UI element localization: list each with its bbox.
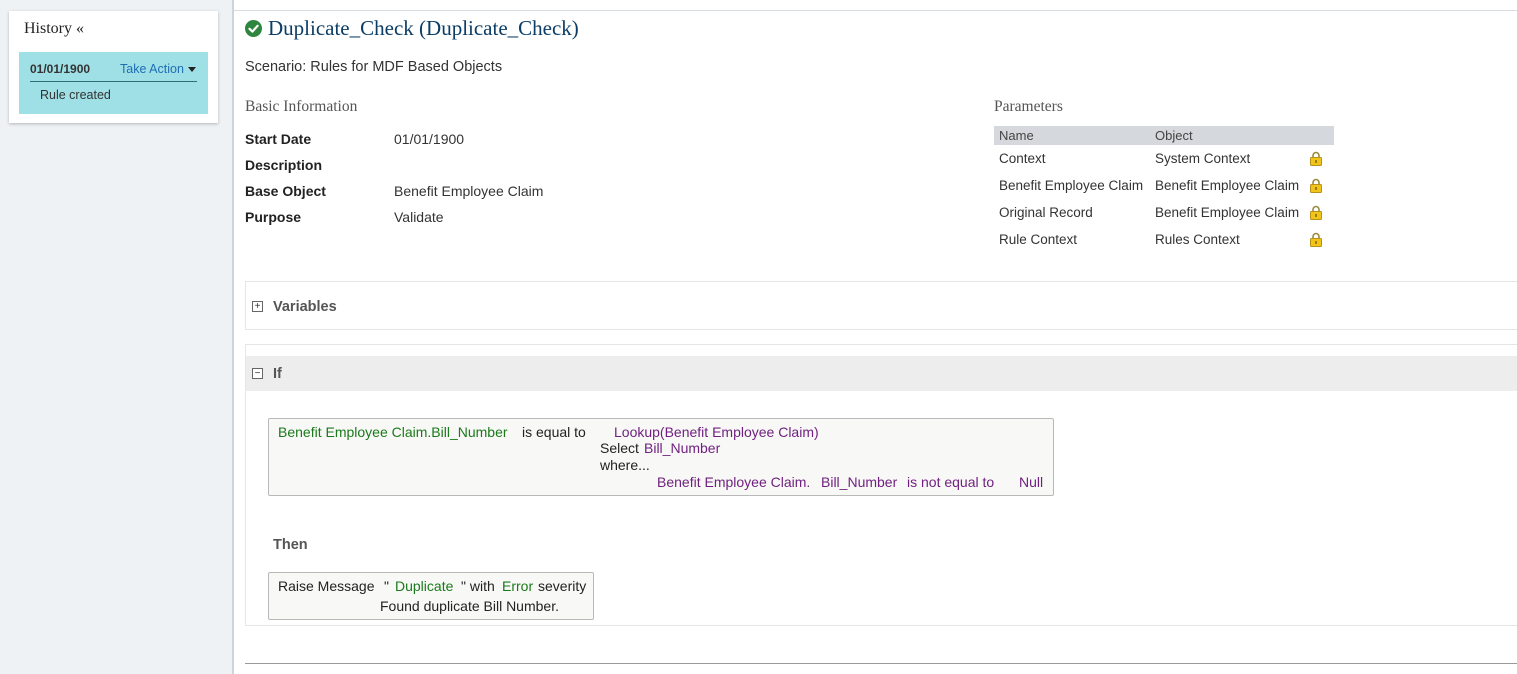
where-field[interactable]: Bill_Number	[821, 474, 897, 490]
collapse-icon[interactable]: −	[252, 368, 263, 379]
history-card: History « 01/01/1900 Take Action Rule cr…	[9, 11, 218, 123]
basic-info-title: Basic Information	[245, 98, 358, 115]
quote-open: "	[384, 578, 389, 594]
history-title[interactable]: History «	[24, 20, 84, 38]
action-prefix[interactable]: Raise Message	[278, 578, 375, 594]
severity-suffix: severity	[538, 578, 587, 594]
message-key[interactable]: Duplicate	[395, 578, 453, 594]
where-operator[interactable]: is not equal to	[907, 474, 994, 490]
severity-value[interactable]: Error	[502, 578, 533, 594]
lookup-function[interactable]: Lookup(Benefit Employee Claim)	[614, 424, 819, 440]
lock-icon	[1310, 178, 1322, 193]
param-object: Benefit Employee Claim	[1155, 205, 1300, 220]
purpose-value: Validate	[394, 209, 444, 225]
param-name: Rule Context	[999, 232, 1078, 247]
description-label: Description	[245, 157, 323, 173]
take-action-label: Take Action	[120, 62, 184, 76]
select-keyword: Select	[600, 440, 639, 456]
variables-label[interactable]: Variables	[273, 299, 337, 315]
base-object-label: Base Object	[245, 183, 326, 199]
param-name: Context	[999, 151, 1046, 166]
scenario-text: Scenario: Rules for MDF Based Objects	[245, 59, 503, 75]
column-header-object: Object	[1155, 128, 1193, 143]
divider	[30, 81, 197, 82]
lock-icon	[1310, 205, 1322, 220]
condition-operator[interactable]: is equal to	[522, 424, 586, 440]
lock-icon	[1310, 232, 1322, 247]
history-date: 01/01/1900	[30, 62, 91, 76]
start-date-label: Start Date	[245, 131, 312, 147]
table-header: Name Object	[994, 126, 1334, 145]
panel-divider[interactable]	[232, 0, 234, 674]
divider	[234, 10, 1517, 11]
condition-expression[interactable]: Benefit Employee Claim.Bill_Number is eq…	[268, 418, 1054, 496]
history-note: Rule created	[40, 88, 111, 102]
table-row: Original Record Benefit Employee Claim	[994, 199, 1334, 226]
base-object-value: Benefit Employee Claim	[394, 183, 544, 199]
select-field[interactable]: Bill_Number	[644, 440, 720, 456]
purpose-label: Purpose	[245, 209, 302, 225]
caret-down-icon	[187, 67, 196, 73]
divider	[245, 663, 1517, 664]
column-header-name: Name	[999, 128, 1034, 143]
table-row: Benefit Employee Claim Benefit Employee …	[994, 172, 1334, 199]
check-circle-icon	[245, 20, 262, 37]
expand-icon[interactable]: +	[252, 301, 263, 312]
quote-with: " with	[461, 578, 495, 594]
take-action-button[interactable]: Take Action	[120, 62, 196, 76]
then-label: Then	[273, 537, 308, 553]
variables-panel: + Variables	[245, 281, 1517, 330]
if-label: If	[273, 366, 282, 382]
lock-icon	[1310, 151, 1322, 166]
param-object: Benefit Employee Claim	[1155, 178, 1300, 193]
action-expression[interactable]: Raise Message " Duplicate " with Error s…	[268, 572, 594, 620]
param-object: Rules Context	[1155, 232, 1240, 247]
where-keyword: where...	[600, 457, 650, 473]
start-date-value: 01/01/1900	[394, 131, 465, 147]
where-object[interactable]: Benefit Employee Claim.	[657, 474, 810, 490]
table-row: Context System Context	[994, 145, 1334, 172]
where-value[interactable]: Null	[1019, 474, 1043, 490]
message-text[interactable]: Found duplicate Bill Number.	[380, 598, 559, 614]
if-panel: − If Benefit Employee Claim.Bill_Number …	[245, 344, 1517, 626]
parameters-title: Parameters	[994, 98, 1063, 115]
table-row: Rule Context Rules Context	[994, 226, 1334, 253]
param-object: System Context	[1155, 151, 1251, 166]
history-entry[interactable]: 01/01/1900 Take Action Rule created	[19, 52, 208, 114]
param-name: Benefit Employee Claim	[999, 178, 1144, 193]
parameters-table: Name Object Context System Context Benef…	[994, 126, 1334, 253]
if-header[interactable]: − If	[246, 356, 1517, 391]
condition-left-field[interactable]: Benefit Employee Claim.Bill_Number	[278, 424, 508, 440]
page-title: Duplicate_Check (Duplicate_Check)	[268, 16, 579, 40]
param-name: Original Record	[999, 205, 1093, 220]
